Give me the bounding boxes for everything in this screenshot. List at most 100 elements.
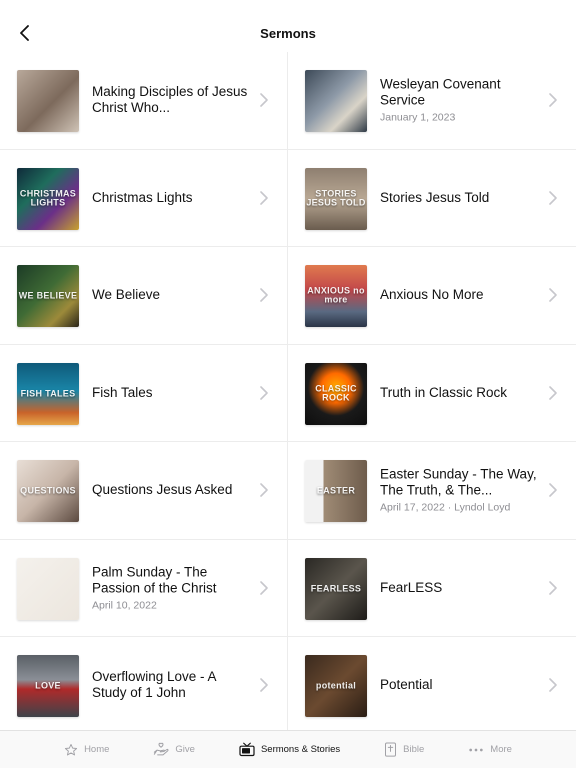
sermon-item[interactable]: QUESTIONS Questions Jesus Asked — [0, 442, 288, 540]
tab-sermons-stories-label: Sermons & Stories — [260, 744, 341, 755]
chevron-right-icon — [260, 678, 268, 693]
chevron-right-icon — [549, 288, 557, 303]
thumbnail-artwork-text: ANXIOUS no more — [307, 285, 365, 305]
sermon-info: Making Disciples of Jesus Christ Who... — [92, 84, 253, 116]
sermon-title: Anxious No More — [380, 287, 484, 303]
tv-icon — [239, 742, 255, 757]
sermon-title: Fish Tales — [92, 384, 153, 400]
thumbnail-artwork-text: potential — [315, 680, 357, 691]
sermon-info: Stories Jesus Told — [380, 190, 542, 206]
sermon-subtitle: April 10, 2022 — [92, 599, 157, 612]
tab-bible-label: Bible — [403, 744, 425, 755]
sermon-item[interactable]: potential Potential — [288, 637, 576, 735]
sermon-thumbnail: ANXIOUS no more — [305, 265, 367, 327]
sermon-subtitle: April 17, 2022 · Lyndol Loyd — [380, 501, 511, 514]
sermon-item[interactable]: FEARLESS FearLESS — [288, 539, 576, 637]
sermon-info: Fish Tales — [92, 385, 253, 401]
ellipsis-icon — [469, 748, 483, 751]
thumbnail-artwork-text: LOVE — [35, 680, 61, 691]
sermon-item[interactable]: Palm Sunday - The Passion of the Christ A… — [0, 539, 288, 637]
tab-give-label: Give — [175, 744, 195, 755]
sermon-title: Christmas Lights — [92, 189, 193, 205]
sermon-item[interactable]: FISH TALES Fish Tales — [0, 344, 288, 442]
sermon-thumbnail: FEARLESS — [305, 557, 367, 620]
sermon-item[interactable]: LOVE Overflowing Love - A Study of 1 John — [0, 637, 288, 735]
tab-give[interactable]: Give — [153, 742, 195, 757]
chevron-right-icon — [549, 190, 557, 205]
sermon-title: Potential — [380, 677, 433, 693]
sermon-info: Easter Sunday - The Way, The Truth, & Th… — [380, 467, 542, 514]
sermon-title: Easter Sunday - The Way, The Truth, & Th… — [380, 466, 537, 498]
sermon-info: Potential — [380, 677, 542, 693]
sermon-thumbnail — [17, 70, 79, 132]
sermon-item[interactable]: CLASSIC ROCK Truth in Classic Rock — [288, 344, 576, 442]
sermon-thumbnail: CHRISTMAS LIGHTS — [17, 167, 79, 230]
sermon-item[interactable]: STORIES JESUS TOLD Stories Jesus Told — [288, 149, 576, 247]
tab-more-label: More — [490, 744, 512, 755]
sermon-info: Questions Jesus Asked — [92, 482, 253, 498]
thumbnail-artwork-text: STORIES JESUS TOLD — [306, 188, 366, 208]
thumbnail-artwork-text: FISH TALES — [20, 387, 76, 398]
chevron-right-icon — [260, 93, 268, 108]
sermon-info: Anxious No More — [380, 287, 542, 303]
tab-bible[interactable]: Bible — [384, 742, 424, 757]
sermon-item[interactable]: ANXIOUS no more Anxious No More — [288, 247, 576, 345]
sermon-thumbnail: FISH TALES — [17, 362, 79, 425]
chevron-right-icon — [260, 385, 268, 400]
sermon-thumbnail — [305, 70, 367, 132]
thumbnail-artwork-text: CLASSIC ROCK — [315, 383, 357, 403]
chevron-right-icon — [260, 190, 268, 205]
sermon-info: FearLESS — [380, 580, 542, 596]
sermon-title: Stories Jesus Told — [380, 189, 490, 205]
sermon-title: FearLESS — [380, 579, 443, 595]
tab-home[interactable]: Home — [64, 743, 109, 757]
sermon-info: Overflowing Love - A Study of 1 John — [92, 669, 253, 701]
sermon-thumbnail: WE BELIEVE — [17, 265, 79, 327]
sermon-thumbnail — [17, 557, 79, 620]
sermon-title: Palm Sunday - The Passion of the Christ — [92, 564, 217, 596]
tab-bar: Home Give Sermons & Stories Bible More — [0, 730, 576, 768]
chevron-right-icon — [549, 580, 557, 595]
sermon-item[interactable]: WE BELIEVE We Believe — [0, 247, 288, 345]
chevron-right-icon — [549, 483, 557, 498]
thumbnail-artwork-text: FEARLESS — [310, 582, 362, 593]
hand-heart-icon — [154, 742, 169, 756]
sermon-subtitle: January 1, 2023 — [380, 111, 456, 124]
sermon-thumbnail: STORIES JESUS TOLD — [305, 167, 367, 230]
sermon-thumbnail: LOVE — [17, 655, 79, 717]
page-title: Sermons — [260, 26, 316, 41]
chevron-right-icon — [549, 385, 557, 400]
sermon-info: Truth in Classic Rock — [380, 385, 542, 401]
sermon-title: Questions Jesus Asked — [92, 482, 233, 498]
sermon-title: Overflowing Love - A Study of 1 John — [92, 669, 216, 701]
sermon-item[interactable]: Wesleyan Covenant Service January 1, 2023 — [288, 52, 576, 150]
sermon-info: Christmas Lights — [92, 190, 253, 206]
thumbnail-artwork-text: WE BELIEVE — [18, 290, 78, 301]
chevron-right-icon — [260, 483, 268, 498]
sermon-info: Palm Sunday - The Passion of the Christ A… — [92, 564, 253, 611]
sermon-title: Truth in Classic Rock — [380, 384, 508, 400]
sermon-info: Wesleyan Covenant Service January 1, 2023 — [380, 77, 542, 124]
chevron-right-icon — [260, 288, 268, 303]
sermon-title: Making Disciples of Jesus Christ Who... — [92, 84, 248, 116]
sermon-thumbnail: CLASSIC ROCK — [305, 362, 367, 425]
sermon-title: We Believe — [92, 287, 161, 303]
star-icon — [64, 743, 78, 755]
bible-icon — [385, 742, 397, 757]
sermon-item[interactable]: CHRISTMAS LIGHTS Christmas Lights — [0, 149, 288, 247]
sermon-item[interactable]: Making Disciples of Jesus Christ Who... — [0, 52, 288, 150]
sermon-grid: Making Disciples of Jesus Christ Who... W… — [0, 52, 576, 735]
thumbnail-artwork-text: QUESTIONS — [20, 485, 76, 496]
tab-sermons-stories[interactable]: Sermons & Stories — [239, 742, 340, 757]
tab-home-label: Home — [84, 744, 110, 755]
sermon-title: Wesleyan Covenant Service — [380, 76, 501, 108]
sermon-thumbnail: EASTER — [305, 460, 367, 522]
thumbnail-artwork-text: CHRISTMAS LIGHTS — [19, 188, 77, 208]
chevron-right-icon — [260, 580, 268, 595]
sermon-info: We Believe — [92, 287, 253, 303]
thumbnail-artwork-text: EASTER — [316, 485, 356, 496]
sermon-item[interactable]: EASTER Easter Sunday - The Way, The Truth… — [288, 442, 576, 540]
sermon-thumbnail: potential — [305, 655, 367, 717]
tab-more[interactable]: More — [468, 744, 512, 755]
chevron-right-icon — [549, 93, 557, 108]
